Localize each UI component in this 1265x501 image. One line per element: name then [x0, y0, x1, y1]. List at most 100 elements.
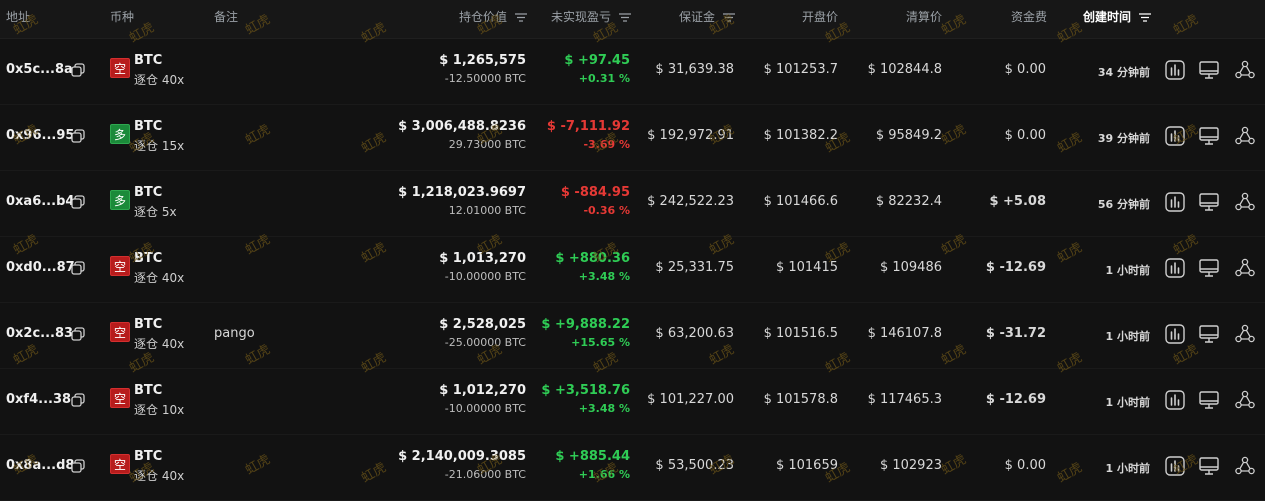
sort-icon	[1139, 13, 1152, 22]
sort-icon	[514, 13, 527, 22]
copy-icon[interactable]	[71, 129, 85, 143]
col-unrealized-pnl[interactable]: 未实现盈亏	[551, 8, 631, 25]
unrealized-pnl: $ -7,111.92	[546, 119, 630, 134]
created-time: 56 分钟前	[1097, 198, 1150, 211]
address-text[interactable]: 0xd0...87	[6, 260, 75, 275]
created-time: 1 小时前	[1105, 264, 1150, 277]
unrealized-pnl-percent: +0.31 %	[578, 72, 630, 85]
col-note: 备注	[214, 10, 239, 24]
address-text[interactable]: 0x2c...83	[6, 326, 73, 341]
network-nodes-icon[interactable]	[1234, 257, 1256, 279]
side-badge: 空	[110, 256, 130, 276]
margin-value: $ 192,972.91	[647, 128, 734, 143]
liquidation-price: $ 102923	[879, 458, 942, 473]
position-value: $ 1,012,270	[439, 383, 526, 398]
position-value: $ 1,013,270	[439, 251, 526, 266]
network-nodes-icon[interactable]	[1234, 455, 1256, 477]
monitor-icon[interactable]	[1198, 59, 1220, 81]
table-row[interactable]: 0xa6...b4 多 BTC 逐仓 5x $ 1,218,023.9697 1…	[0, 170, 1265, 237]
table-row[interactable]: 0x5c...8a 空 BTC 逐仓 40x $ 1,265,575 -12.5…	[0, 38, 1265, 105]
unrealized-pnl-percent: -3.69 %	[583, 138, 630, 151]
created-time: 1 小时前	[1105, 396, 1150, 409]
table-header: 地址 币种 备注 持仓价值 未实现盈亏 保证金 开盘价 清算价 资金费 创建时间	[0, 0, 1265, 39]
table-row[interactable]: 0xf4...38 空 BTC 逐仓 10x $ 1,012,270 -10.0…	[0, 368, 1265, 435]
position-size: 29.73000 BTC	[448, 138, 526, 151]
unrealized-pnl: $ +880.36	[555, 251, 630, 266]
table-row[interactable]: 0xd0...87 空 BTC 逐仓 40x $ 1,013,270 -10.0…	[0, 236, 1265, 303]
position-value: $ 2,528,025	[439, 317, 526, 332]
address-text[interactable]: 0x8a...d8	[6, 458, 74, 473]
chart-bars-icon[interactable]	[1164, 455, 1186, 477]
sort-icon	[618, 13, 631, 22]
funding-fee: $ 0.00	[1004, 458, 1046, 473]
col-position-value[interactable]: 持仓价值	[459, 8, 527, 25]
chart-bars-icon[interactable]	[1164, 257, 1186, 279]
open-price: $ 101466.6	[763, 194, 838, 209]
coin-symbol: BTC	[134, 185, 163, 200]
monitor-icon[interactable]	[1198, 125, 1220, 147]
network-nodes-icon[interactable]	[1234, 59, 1256, 81]
liquidation-price: $ 109486	[879, 260, 942, 275]
copy-icon[interactable]	[71, 63, 85, 77]
monitor-icon[interactable]	[1198, 389, 1220, 411]
copy-icon[interactable]	[71, 261, 85, 275]
coin-symbol: BTC	[134, 251, 163, 266]
note-text: pango	[214, 326, 255, 341]
network-nodes-icon[interactable]	[1234, 389, 1256, 411]
liquidation-price: $ 146107.8	[867, 326, 942, 341]
side-badge: 空	[110, 322, 130, 342]
funding-fee: $ -31.72	[985, 326, 1046, 341]
coin-symbol: BTC	[134, 53, 163, 68]
funding-fee: $ 0.00	[1004, 128, 1046, 143]
leverage-label: 逐仓 40x	[134, 271, 185, 285]
address-text[interactable]: 0xf4...38	[6, 392, 71, 407]
open-price: $ 101382.2	[763, 128, 838, 143]
leverage-label: 逐仓 40x	[134, 337, 185, 351]
monitor-icon[interactable]	[1198, 455, 1220, 477]
copy-icon[interactable]	[71, 393, 85, 407]
col-created-time[interactable]: 创建时间	[1083, 8, 1152, 25]
chart-bars-icon[interactable]	[1164, 59, 1186, 81]
unrealized-pnl: $ +97.45	[564, 53, 630, 68]
funding-fee: $ -12.69	[985, 260, 1046, 275]
col-margin-label: 保证金	[679, 10, 716, 24]
chart-bars-icon[interactable]	[1164, 191, 1186, 213]
coin-symbol: BTC	[134, 449, 163, 464]
table-row[interactable]: 0x96...95 多 BTC 逐仓 15x $ 3,006,488.8236 …	[0, 104, 1265, 171]
network-nodes-icon[interactable]	[1234, 191, 1256, 213]
chart-bars-icon[interactable]	[1164, 323, 1186, 345]
copy-icon[interactable]	[71, 459, 85, 473]
copy-icon[interactable]	[71, 327, 85, 341]
margin-value: $ 25,331.75	[655, 260, 734, 275]
monitor-icon[interactable]	[1198, 257, 1220, 279]
created-time: 34 分钟前	[1097, 66, 1150, 79]
monitor-icon[interactable]	[1198, 191, 1220, 213]
address-text[interactable]: 0x5c...8a	[6, 62, 73, 77]
col-created-time-label: 创建时间	[1083, 10, 1132, 24]
table-row[interactable]: 0x8a...d8 空 BTC 逐仓 40x $ 2,140,009.3085 …	[0, 434, 1265, 501]
leverage-label: 逐仓 40x	[134, 469, 185, 483]
col-funding: 资金费	[1011, 10, 1048, 24]
margin-value: $ 53,500.23	[655, 458, 734, 473]
funding-fee: $ +5.08	[989, 194, 1046, 209]
network-nodes-icon[interactable]	[1234, 323, 1256, 345]
liquidation-price: $ 82232.4	[875, 194, 942, 209]
position-size: -25.00000 BTC	[444, 336, 526, 349]
col-margin[interactable]: 保证金	[679, 8, 735, 25]
network-nodes-icon[interactable]	[1234, 125, 1256, 147]
unrealized-pnl: $ +9,888.22	[541, 317, 630, 332]
col-position-value-label: 持仓价值	[459, 10, 508, 24]
coin-symbol: BTC	[134, 383, 163, 398]
address-text[interactable]: 0xa6...b4	[6, 194, 74, 209]
chart-bars-icon[interactable]	[1164, 125, 1186, 147]
side-badge: 空	[110, 454, 130, 474]
unrealized-pnl-percent: -0.36 %	[583, 204, 630, 217]
table-row[interactable]: 0x2c...83 空 BTC 逐仓 40x pango $ 2,528,025…	[0, 302, 1265, 369]
liquidation-price: $ 95849.2	[875, 128, 942, 143]
copy-icon[interactable]	[71, 195, 85, 209]
monitor-icon[interactable]	[1198, 323, 1220, 345]
side-badge: 多	[110, 124, 130, 144]
created-time: 39 分钟前	[1097, 132, 1150, 145]
address-text[interactable]: 0x96...95	[6, 128, 74, 143]
chart-bars-icon[interactable]	[1164, 389, 1186, 411]
